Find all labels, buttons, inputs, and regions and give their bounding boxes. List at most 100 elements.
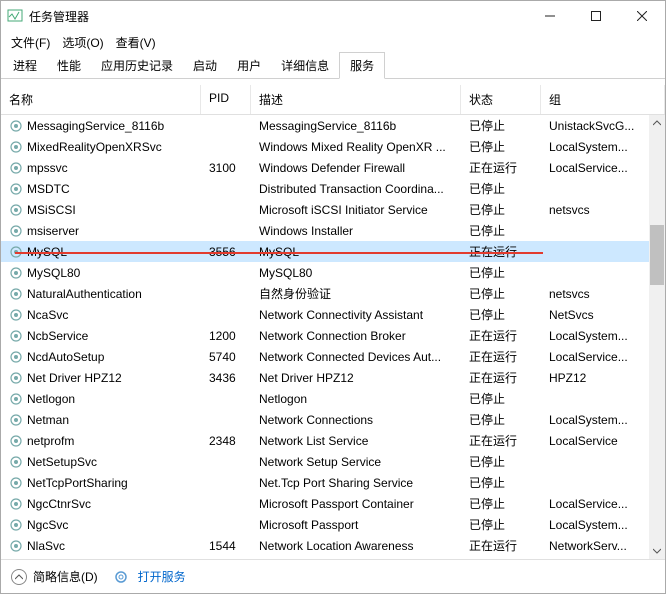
service-group: netsvcs xyxy=(541,203,665,217)
service-group: LocalSystem... xyxy=(541,518,665,532)
table-row[interactable]: NetTcpPortSharing Net.Tcp Port Sharing Se… xyxy=(1,472,665,493)
service-icon xyxy=(9,329,23,343)
service-status: 正在运行 xyxy=(461,243,541,260)
maximize-button[interactable] xyxy=(573,1,619,31)
tab-3[interactable]: 启动 xyxy=(183,53,227,78)
service-pid: 1200 xyxy=(201,329,251,343)
service-desc: Net Driver HPZ12 xyxy=(251,371,461,385)
service-status: 已停止 xyxy=(461,411,541,428)
table-row[interactable]: NgcCtnrSvc Microsoft Passport Container已停… xyxy=(1,493,665,514)
minimize-button[interactable] xyxy=(527,1,573,31)
service-icon xyxy=(9,266,23,280)
table-row[interactable]: NgcSvcMicrosoft Passport已停止LocalSystem..… xyxy=(1,514,665,535)
scroll-up-button[interactable] xyxy=(649,115,665,131)
service-pid: 3556 xyxy=(201,245,251,259)
close-button[interactable] xyxy=(619,1,665,31)
service-desc: Microsoft iSCSI Initiator Service xyxy=(251,203,461,217)
tab-0[interactable]: 进程 xyxy=(3,53,47,78)
table-row[interactable]: NcdAutoSetup5740Network Connected Device… xyxy=(1,346,665,367)
service-name: MSiSCSI xyxy=(27,203,76,217)
menu-file[interactable]: 文件(F) xyxy=(5,32,56,53)
scroll-down-button[interactable] xyxy=(649,543,665,559)
service-icon xyxy=(9,371,23,385)
window-title: 任务管理器 xyxy=(29,8,527,25)
service-name: NetSetupSvc xyxy=(27,455,97,469)
service-name: NgcSvc xyxy=(27,518,68,532)
table-row[interactable]: MySQL3556MySQL正在运行 xyxy=(1,241,665,262)
col-name[interactable]: 名称 xyxy=(1,85,201,114)
table-row[interactable]: NcbService1200Network Connection Broker正… xyxy=(1,325,665,346)
service-name: NcdAutoSetup xyxy=(27,350,104,364)
service-group: LocalService... xyxy=(541,497,665,511)
service-desc: MySQL xyxy=(251,245,461,259)
table-row[interactable]: MSDTCDistributed Transaction Coordina...… xyxy=(1,178,665,199)
service-name: NaturalAuthentication xyxy=(27,287,142,301)
table-row[interactable]: MSiSCSI Microsoft iSCSI Initiator Service… xyxy=(1,199,665,220)
table-row[interactable]: MessagingService_8116b MessagingService_8… xyxy=(1,115,665,136)
service-name: MixedRealityOpenXRSvc xyxy=(27,140,162,154)
service-desc: Net.Tcp Port Sharing Service xyxy=(251,476,461,490)
menu-view[interactable]: 查看(V) xyxy=(110,32,162,53)
tab-6[interactable]: 服务 xyxy=(339,52,385,79)
service-desc: Network Connections xyxy=(251,413,461,427)
service-desc: 自然身份验证 xyxy=(251,285,461,302)
tab-4[interactable]: 用户 xyxy=(227,53,271,78)
column-headers: 名称 PID 描述 状态 组 xyxy=(1,85,665,115)
tab-1[interactable]: 性能 xyxy=(47,53,91,78)
col-status[interactable]: 状态 xyxy=(461,85,541,114)
service-desc: Windows Installer xyxy=(251,224,461,238)
service-status: 正在运行 xyxy=(461,432,541,449)
service-name: NgcCtnrSvc xyxy=(27,497,91,511)
col-pid[interactable]: PID xyxy=(201,85,251,114)
table-row[interactable]: MySQL80MySQL80已停止 xyxy=(1,262,665,283)
col-group[interactable]: 组 xyxy=(541,85,665,114)
menu-options[interactable]: 选项(O) xyxy=(56,32,109,53)
service-status: 已停止 xyxy=(461,390,541,407)
table-row[interactable]: NcaSvcNetwork Connectivity Assistant已停止N… xyxy=(1,304,665,325)
service-status: 已停止 xyxy=(461,201,541,218)
service-pid: 2348 xyxy=(201,434,251,448)
tab-2[interactable]: 应用历史记录 xyxy=(91,53,183,78)
service-icon xyxy=(9,224,23,238)
table-row[interactable]: NlaSvc1544Network Location Awareness正在运行… xyxy=(1,535,665,556)
title-bar: 任务管理器 xyxy=(1,1,665,31)
fewer-details-button[interactable]: 简略信息(D) xyxy=(11,568,98,585)
service-icon xyxy=(9,161,23,175)
service-status: 正在运行 xyxy=(461,537,541,554)
col-desc[interactable]: 描述 xyxy=(251,85,461,114)
table-row[interactable]: NaturalAuthentication自然身份验证已停止netsvcs xyxy=(1,283,665,304)
open-services-button[interactable]: 打开服务 xyxy=(114,568,186,585)
service-desc: MessagingService_8116b xyxy=(251,119,461,133)
table-row[interactable]: NetSetupSvcNetwork Setup Service已停止 xyxy=(1,451,665,472)
service-icon xyxy=(9,455,23,469)
service-name: MySQL80 xyxy=(27,266,80,280)
service-icon xyxy=(9,140,23,154)
service-icon xyxy=(9,413,23,427)
service-desc: Microsoft Passport Container xyxy=(251,497,461,511)
service-name: mpssvc xyxy=(27,161,68,175)
table-row[interactable]: NetmanNetwork Connections已停止LocalSystem.… xyxy=(1,409,665,430)
table-row[interactable]: netprofm2348Network List Service正在运行Loca… xyxy=(1,430,665,451)
tab-5[interactable]: 详细信息 xyxy=(271,53,339,78)
table-row[interactable]: Net Driver HPZ123436Net Driver HPZ12正在运行… xyxy=(1,367,665,388)
table-row[interactable]: msiserverWindows Installer已停止 xyxy=(1,220,665,241)
service-status: 正在运行 xyxy=(461,159,541,176)
table-row[interactable]: mpssvc3100Windows Defender Firewall正在运行L… xyxy=(1,157,665,178)
table-row[interactable]: MixedRealityOpenXRSvcWindows Mixed Reali… xyxy=(1,136,665,157)
service-status: 已停止 xyxy=(461,474,541,491)
service-desc: Network Connected Devices Aut... xyxy=(251,350,461,364)
service-desc: Windows Defender Firewall xyxy=(251,161,461,175)
service-status: 已停止 xyxy=(461,495,541,512)
vertical-scrollbar[interactable] xyxy=(649,115,665,559)
service-status: 已停止 xyxy=(461,516,541,533)
service-icon xyxy=(9,182,23,196)
service-desc: Network Location Awareness xyxy=(251,539,461,553)
gear-icon xyxy=(114,570,128,584)
rows-container: MessagingService_8116b MessagingService_8… xyxy=(1,115,665,559)
service-icon xyxy=(9,245,23,259)
table-row[interactable]: NetlogonNetlogon已停止 xyxy=(1,388,665,409)
service-name: MessagingService_8116b xyxy=(27,119,164,133)
scroll-thumb[interactable] xyxy=(650,225,664,285)
service-name: NetTcpPortSharing xyxy=(27,476,128,490)
service-status: 已停止 xyxy=(461,138,541,155)
